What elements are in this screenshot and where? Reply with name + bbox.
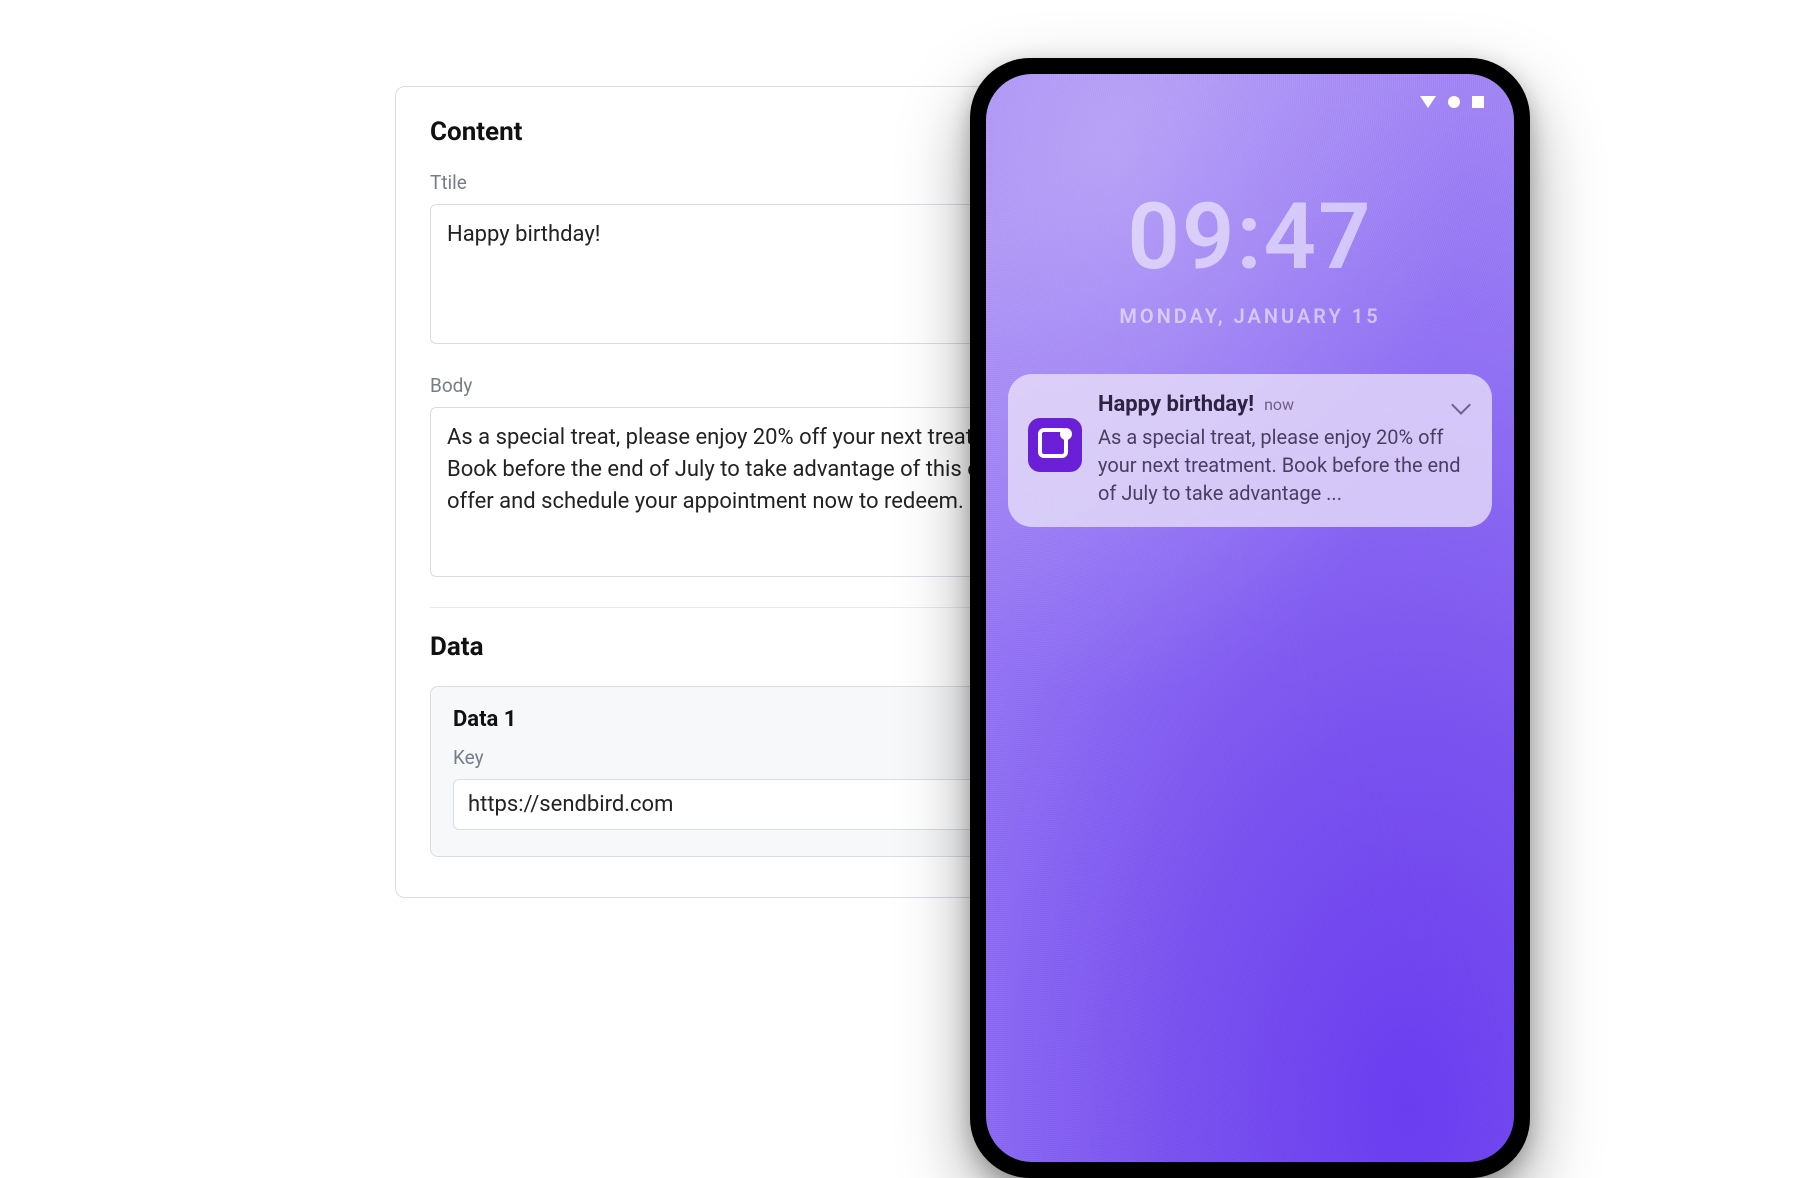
notification-body: As a special treat, please enjoy 20% off… (1098, 423, 1472, 507)
app-icon (1028, 418, 1082, 472)
data-card-title: Data 1 (453, 707, 1057, 732)
key-label: Key (453, 746, 1057, 769)
phone-screen: 09:47 MONDAY, JANUARY 15 Happy birthday!… (986, 74, 1514, 1162)
notification-card[interactable]: Happy birthday! now As a special treat, … (1008, 374, 1492, 527)
chevron-down-icon[interactable] (1451, 395, 1471, 415)
lockscreen-time: 09:47 (986, 184, 1514, 291)
status-bar (1420, 96, 1484, 108)
notification-title: Happy birthday! (1098, 392, 1254, 417)
triangle-down-icon (1420, 96, 1436, 108)
square-icon (1472, 96, 1484, 108)
phone-frame: 09:47 MONDAY, JANUARY 15 Happy birthday!… (970, 58, 1530, 1178)
notification-timestamp: now (1264, 395, 1294, 414)
notification-text: Happy birthday! now As a special treat, … (1098, 392, 1472, 507)
key-input[interactable] (453, 779, 1057, 830)
lockscreen-date: MONDAY, JANUARY 15 (986, 304, 1514, 328)
circle-icon (1448, 96, 1460, 108)
